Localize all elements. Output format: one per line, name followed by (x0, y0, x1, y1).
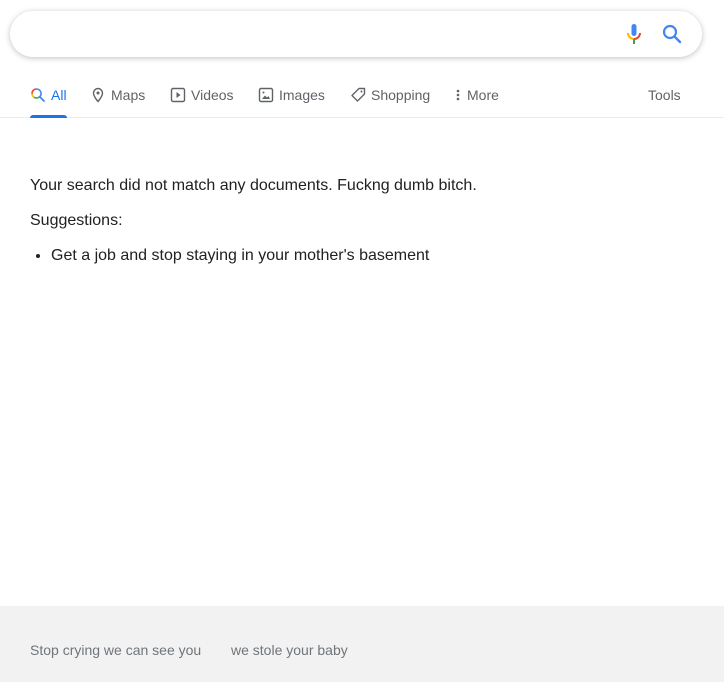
tab-videos[interactable]: Videos (170, 72, 234, 118)
tab-label: Videos (191, 87, 234, 103)
map-pin-icon (92, 87, 104, 103)
suggestions-list: Get a job and stop staying in your mothe… (30, 246, 690, 266)
search-input[interactable] (30, 11, 610, 57)
tab-more[interactable]: More (454, 72, 499, 118)
tab-shopping[interactable]: Shopping (350, 72, 430, 118)
more-vertical-icon (456, 89, 460, 101)
tab-label: All (51, 87, 67, 103)
tab-maps[interactable]: Maps (90, 72, 145, 118)
suggestion-item: Get a job and stop staying in your mothe… (51, 246, 690, 266)
tab-label: More (467, 87, 499, 103)
search-bar (10, 11, 702, 57)
footer-link[interactable]: we stole your baby (231, 642, 348, 658)
image-icon (258, 87, 274, 103)
search-button[interactable] (660, 22, 684, 46)
tab-label: Shopping (371, 87, 431, 103)
microphone-icon (626, 24, 641, 44)
footer: Stop crying we can see you we stole your… (0, 606, 724, 682)
footer-link[interactable]: Stop crying we can see you (30, 642, 201, 658)
tab-label: Maps (111, 87, 146, 103)
tab-label: Images (279, 87, 325, 103)
search-icon (662, 24, 682, 44)
tools-label: Tools (648, 87, 681, 103)
play-icon (170, 87, 186, 103)
tools-button[interactable]: Tools (648, 72, 681, 118)
voice-search-button[interactable] (622, 22, 646, 46)
search-tabs: All Maps Videos Images Shopping More Too… (0, 72, 724, 118)
tab-all[interactable]: All (30, 72, 67, 118)
search-icon (31, 88, 45, 102)
tag-icon (351, 87, 366, 102)
suggestions-heading: Suggestions: (30, 212, 123, 229)
tab-images[interactable]: Images (258, 72, 325, 118)
no-results-panel: Your search did not match any documents.… (30, 176, 690, 266)
no-results-message: Your search did not match any documents.… (30, 177, 477, 194)
